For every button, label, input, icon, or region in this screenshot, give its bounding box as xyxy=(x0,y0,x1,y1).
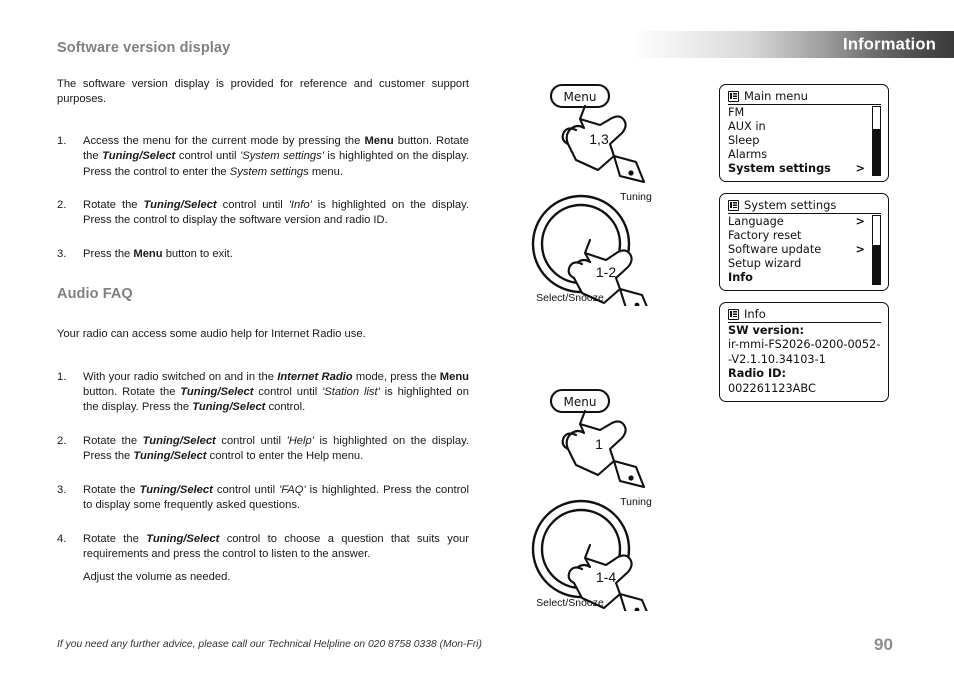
lcd-menu-item[interactable]: AUX in xyxy=(728,120,881,134)
content-column: Software version display The software ve… xyxy=(57,40,469,586)
illustration-tuning-dial-top: Tuning Select/Snooze 1-2 xyxy=(531,191,652,306)
chevron-right-icon: > xyxy=(855,243,865,257)
select-snooze-label: Select/Snooze xyxy=(536,597,604,609)
list-item-number: 2. xyxy=(57,434,67,447)
menu-button-label: Menu xyxy=(564,395,597,409)
lcd-menu-item-label: Alarms xyxy=(728,148,768,162)
section-heading-audio-faq: Audio FAQ xyxy=(57,286,133,303)
list-item-text: Rotate the Tuning/Select control until '… xyxy=(83,434,469,463)
lcd-title-bar: Main menu xyxy=(728,90,881,105)
footer-helpline-note: If you need any further advice, please c… xyxy=(57,639,482,650)
page-header-banner: Information xyxy=(636,31,954,58)
select-snooze-label: Select/Snooze xyxy=(536,292,604,304)
menu-button-label: Menu xyxy=(564,90,597,104)
lcd-menu-item-label: Sleep xyxy=(728,134,760,148)
illustration-tuning-dial-bottom: Tuning Select/Snooze 1-4 xyxy=(531,496,652,611)
list-item-text: With your radio switched on and in the I… xyxy=(83,370,470,414)
lcd-menu-item-label: Software update xyxy=(728,243,822,257)
section-intro-audio-faq: Your radio can access some audio help fo… xyxy=(57,328,366,341)
lcd-menu-list: FM AUX in Sleep Alarms System settings > xyxy=(728,106,881,176)
menu-list-icon xyxy=(728,91,739,102)
lcd-title: Info xyxy=(744,307,766,321)
lcd-scrollbar[interactable] xyxy=(872,215,881,285)
lcd-menu-item[interactable]: Alarms xyxy=(728,148,881,162)
list-item-number: 1. xyxy=(57,134,67,147)
page-number: 90 xyxy=(874,635,893,654)
lcd-menu-list: Language > Factory reset Software update… xyxy=(728,215,881,285)
list-item-text: Rotate the Tuning/Select control to choo… xyxy=(83,532,470,560)
radio-id-label: Radio ID: xyxy=(728,367,787,381)
list-item: 1. With your radio switched on and in th… xyxy=(57,370,469,416)
step-reference-label: 1 xyxy=(595,436,603,452)
list-item: 3. Press the Menu button to exit. xyxy=(57,247,469,262)
tuning-label: Tuning xyxy=(620,191,652,203)
lcd-menu-item-label: Setup wizard xyxy=(728,257,802,271)
section-intro-software-version: The software version display is provided… xyxy=(57,78,469,106)
step-reference-label: 1-4 xyxy=(596,569,616,585)
section-heading-software-version: Software version display xyxy=(57,40,231,56)
list-item-number: 1. xyxy=(57,370,67,383)
menu-list-icon xyxy=(728,309,739,320)
lcd-screen-info: Info SW version: ir-mmi-FS2026-0200-0052… xyxy=(719,302,889,403)
sw-version-label: SW version: xyxy=(728,324,805,337)
lcd-menu-item[interactable]: Setup wizard xyxy=(728,257,881,271)
lcd-menu-item[interactable]: FM xyxy=(728,106,881,120)
lcd-menu-item-label: Language xyxy=(728,215,784,228)
lcd-menu-item-selected[interactable]: System settings > xyxy=(728,162,881,176)
radio-id-value: 002261123ABC xyxy=(728,381,816,395)
lcd-title-bar: Info xyxy=(728,308,881,323)
sw-version-value-line1: ir-mmi-FS2026-0200-0052- xyxy=(728,338,881,352)
list-item-number: 3. xyxy=(57,483,67,496)
lcd-scrollbar-thumb[interactable] xyxy=(873,129,880,175)
step-reference-label: 1,3 xyxy=(589,131,609,147)
step-reference-label: 1-2 xyxy=(596,264,616,280)
menu-list-icon xyxy=(728,200,739,211)
sw-version-value-line2: -V2.1.10.34103-1 xyxy=(728,352,826,366)
list-item: 1. Access the menu for the current mode … xyxy=(57,134,469,180)
page-title: Information xyxy=(843,35,936,53)
lcd-menu-item-label: AUX in xyxy=(728,120,766,134)
list-item-text: Access the menu for the current mode by … xyxy=(83,134,469,178)
lcd-menu-item-label: Factory reset xyxy=(728,229,802,243)
lcd-menu-item[interactable]: Software update > xyxy=(728,243,881,257)
lcd-menu-item-label: FM xyxy=(728,106,745,119)
list-item: 3. Rotate the Tuning/Select control unti… xyxy=(57,483,469,514)
lcd-menu-item-label: System settings xyxy=(728,162,831,176)
list-item: 2. Rotate the Tuning/Select control unti… xyxy=(57,434,469,465)
list-item-text: Rotate the Tuning/Select control until '… xyxy=(83,483,470,512)
illustration-menu-button-press-bottom: Menu 1 xyxy=(549,388,646,489)
lcd-menu-item-selected[interactable]: Info xyxy=(728,271,881,285)
list-item-subtext: Adjust the volume as needed. xyxy=(83,571,231,584)
lcd-screen-main-menu: Main menu FM AUX in Sleep Alarms System … xyxy=(719,84,889,183)
list-item-number: 2. xyxy=(57,199,67,212)
lcd-menu-item-label: Info xyxy=(728,271,753,285)
list-item-text: Press the Menu button to exit. xyxy=(83,247,233,260)
lcd-scrollbar[interactable] xyxy=(872,106,881,176)
lcd-menu-item[interactable]: Factory reset xyxy=(728,229,881,243)
chevron-right-icon: > xyxy=(855,162,865,176)
lcd-title: Main menu xyxy=(744,89,808,103)
list-item-number: 3. xyxy=(57,247,67,260)
tuning-label: Tuning xyxy=(620,496,652,508)
illustration-menu-button-press-top: Menu 1,3 xyxy=(549,83,646,184)
list-item-text: Rotate the Tuning/Select control until '… xyxy=(83,199,470,227)
lcd-title-bar: System settings xyxy=(728,199,881,214)
chevron-right-icon: > xyxy=(855,215,865,228)
lcd-menu-item[interactable]: Language > xyxy=(728,215,881,229)
list-item: 2. Rotate the Tuning/Select control unti… xyxy=(57,198,469,229)
lcd-scrollbar-thumb[interactable] xyxy=(873,244,880,284)
lcd-screen-system-settings: System settings Language > Factory reset… xyxy=(719,193,889,292)
list-item: 4. Rotate the Tuning/Select control to c… xyxy=(57,532,469,563)
list-item-number: 4. xyxy=(57,532,67,545)
lcd-menu-item[interactable]: Sleep xyxy=(728,134,881,148)
lcd-title: System settings xyxy=(744,198,837,212)
